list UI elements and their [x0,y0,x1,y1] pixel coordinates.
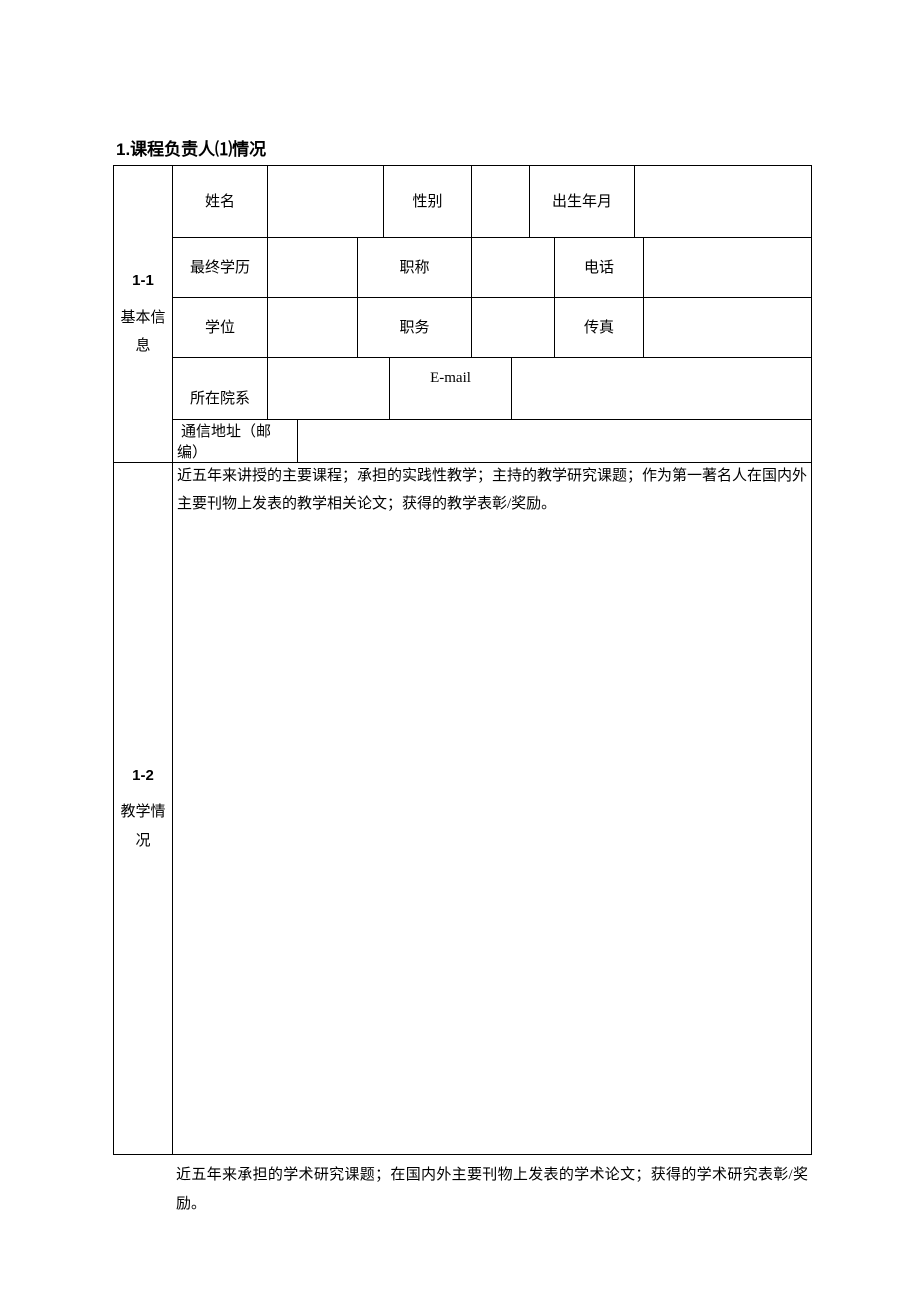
section-title-basic-info: 基本信息 [120,310,165,355]
label-birth: 出生年月 [530,166,635,238]
label-gender: 性别 [384,166,472,238]
label-address: 通信地址（邮编） [173,420,298,463]
label-fax: 传真 [555,298,644,358]
value-address[interactable] [298,420,812,463]
label-job-title: 职称 [358,238,472,298]
side-label-basic-info: 1-1 基本信息 [114,166,173,463]
label-education: 最终学历 [173,238,268,298]
label-department: 所在院系 [173,358,268,420]
section-heading: 1.课程负责人⑴情况 [116,135,810,160]
label-email: E-mail [390,358,512,420]
value-birth[interactable] [635,166,812,238]
value-name[interactable] [268,166,384,238]
section-number-1-1: 1-1 [118,267,168,296]
value-department[interactable] [268,358,390,420]
label-duty: 职务 [358,298,472,358]
value-phone[interactable] [644,238,812,298]
label-name: 姓名 [173,166,268,238]
section-number-1-2: 1-2 [118,762,168,791]
label-phone: 电话 [555,238,644,298]
document-page: 1.课程负责人⑴情况 1-1 基本信息 姓名 性别 [0,0,920,1301]
value-job-title[interactable] [472,238,555,298]
value-degree[interactable] [268,298,358,358]
value-education[interactable] [268,238,358,298]
form-table: 1-1 基本信息 姓名 性别 出生年月 最终学历 职称 电话 学位 职务 传真 [113,165,812,1155]
teaching-content[interactable]: 近五年来讲授的主要课程；承担的实践性教学；主持的教学研究课题；作为第一著名人在国… [173,463,812,1155]
value-duty[interactable] [472,298,555,358]
research-content: 近五年来承担的学术研究课题；在国内外主要刊物上发表的学术论文；获得的学术研究表彰… [176,1161,808,1220]
value-fax[interactable] [644,298,812,358]
label-degree: 学位 [173,298,268,358]
side-label-teaching: 1-2 教学情况 [114,463,173,1155]
value-email[interactable] [512,358,812,420]
section-title-teaching: 教学情况 [120,804,165,849]
value-gender[interactable] [472,166,530,238]
